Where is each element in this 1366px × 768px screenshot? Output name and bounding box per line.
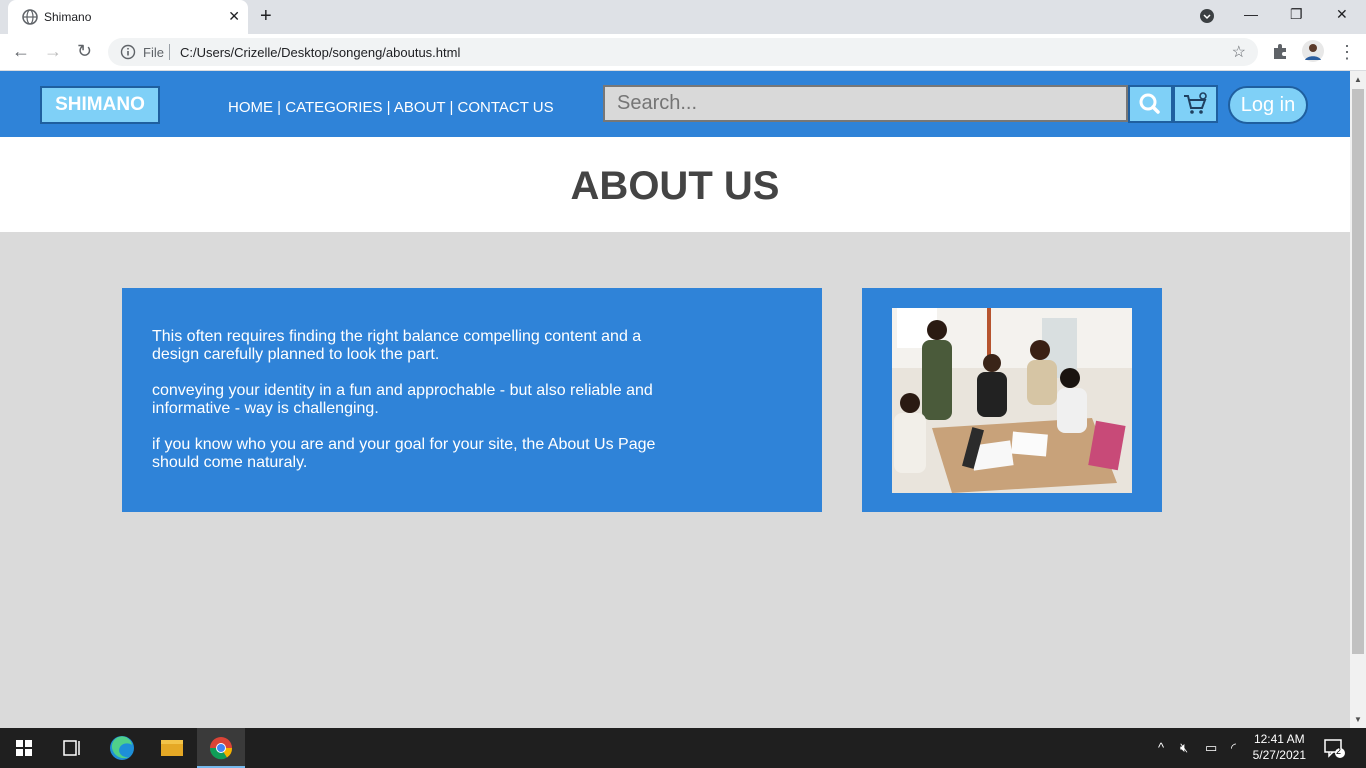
file-explorer-button[interactable] bbox=[148, 728, 196, 768]
chrome-taskbar-button[interactable] bbox=[197, 728, 245, 768]
clock-time: 12:41 AM bbox=[1253, 732, 1305, 746]
nav-categories[interactable]: CATEGORIES bbox=[285, 99, 382, 116]
scrollbar-thumb[interactable] bbox=[1352, 89, 1364, 654]
globe-icon bbox=[22, 9, 38, 25]
cart-icon bbox=[1184, 92, 1207, 114]
reload-icon[interactable]: ↻ bbox=[77, 41, 92, 62]
profile-avatar-icon[interactable] bbox=[1302, 40, 1324, 62]
about-paragraph: This often requires finding the right ba… bbox=[152, 328, 642, 363]
page-title: ABOUT US bbox=[570, 164, 780, 208]
tab-search-icon[interactable] bbox=[1199, 8, 1215, 27]
nav-separator: | bbox=[273, 99, 286, 116]
search-icon bbox=[1139, 93, 1160, 114]
team-meeting-photo bbox=[892, 308, 1132, 493]
main-nav: HOME | CATEGORIES | ABOUT | CONTACT US bbox=[228, 99, 554, 116]
volume-muted-icon[interactable]: 🔇︎ bbox=[1180, 740, 1188, 756]
battery-icon[interactable]: ▭ bbox=[1205, 740, 1217, 756]
hero-banner: ABOUT US bbox=[0, 137, 1350, 232]
restore-icon[interactable]: ❐ bbox=[1290, 6, 1303, 23]
browser-toolbar: ← → ↻ File C:/Users/Crizelle/Desktop/son… bbox=[0, 34, 1366, 71]
page-viewport: SHIMANO HOME | CATEGORIES | ABOUT | CONT… bbox=[0, 71, 1350, 728]
about-image-panel bbox=[862, 288, 1162, 512]
back-icon[interactable]: ← bbox=[12, 41, 30, 62]
about-paragraph: if you know who you are and your goal fo… bbox=[152, 436, 656, 471]
scroll-down-icon[interactable]: ▼ bbox=[1354, 715, 1362, 724]
search-input[interactable] bbox=[603, 85, 1128, 122]
tab-title: Shimano bbox=[44, 10, 92, 24]
nav-separator: | bbox=[445, 99, 458, 116]
notification-center-icon[interactable]: 2 bbox=[1323, 737, 1345, 764]
edge-icon bbox=[110, 736, 134, 760]
login-button[interactable]: Log in bbox=[1228, 86, 1308, 124]
minimize-icon[interactable]: — bbox=[1244, 6, 1258, 22]
search-button[interactable] bbox=[1128, 85, 1173, 123]
windows-logo-icon bbox=[16, 740, 32, 756]
site-header: SHIMANO HOME | CATEGORIES | ABOUT | CONT… bbox=[0, 71, 1350, 137]
forward-icon[interactable]: → bbox=[44, 41, 62, 62]
task-view-button[interactable] bbox=[48, 728, 96, 768]
address-url[interactable]: C:/Users/Crizelle/Desktop/songeng/aboutu… bbox=[180, 45, 460, 60]
about-paragraph: conveying your identity in a fun and app… bbox=[152, 382, 653, 417]
address-divider bbox=[169, 44, 170, 60]
about-text-panel: This often requires finding the right ba… bbox=[122, 288, 822, 512]
info-icon[interactable] bbox=[120, 44, 136, 60]
browser-tab[interactable]: Shimano ✕ bbox=[8, 0, 248, 34]
nav-about[interactable]: ABOUT bbox=[394, 99, 445, 116]
bookmark-star-icon[interactable]: ☆ bbox=[1232, 42, 1246, 62]
notification-count: 2 bbox=[1336, 746, 1342, 756]
browser-tab-bar: Shimano ✕ + — ❐ ✕ bbox=[0, 0, 1366, 34]
folder-icon bbox=[161, 740, 183, 756]
tab-close-icon[interactable]: ✕ bbox=[228, 8, 240, 25]
tray-overflow-icon[interactable]: ^ bbox=[1158, 740, 1164, 755]
address-scheme: File bbox=[143, 45, 164, 60]
start-button[interactable] bbox=[0, 728, 48, 768]
new-tab-icon[interactable]: + bbox=[260, 5, 272, 28]
nav-home[interactable]: HOME bbox=[228, 99, 273, 116]
windows-taskbar: ^ 🔇︎ ▭ ◜ 12:41 AM 5/27/2021 2 bbox=[0, 728, 1366, 768]
page-scrollbar[interactable]: ▲ ▼ bbox=[1350, 71, 1366, 728]
nav-contact[interactable]: CONTACT US bbox=[458, 99, 554, 116]
nav-separator: | bbox=[382, 99, 394, 116]
clock-date: 5/27/2021 bbox=[1252, 748, 1306, 762]
chrome-icon bbox=[209, 737, 233, 760]
site-logo[interactable]: SHIMANO bbox=[40, 86, 160, 124]
browser-menu-icon[interactable]: ⋮ bbox=[1338, 42, 1356, 63]
system-clock[interactable]: 12:41 AM 5/27/2021 bbox=[1253, 731, 1306, 763]
cart-button[interactable] bbox=[1173, 85, 1218, 123]
wifi-icon[interactable]: ◜ bbox=[1231, 740, 1236, 756]
window-close-icon[interactable]: ✕ bbox=[1336, 6, 1348, 23]
task-view-icon bbox=[63, 740, 80, 756]
edge-taskbar-button[interactable] bbox=[98, 728, 146, 768]
address-bar[interactable]: File C:/Users/Crizelle/Desktop/songeng/a… bbox=[108, 38, 1258, 66]
extensions-icon[interactable] bbox=[1271, 42, 1289, 60]
scroll-up-icon[interactable]: ▲ bbox=[1354, 75, 1362, 84]
